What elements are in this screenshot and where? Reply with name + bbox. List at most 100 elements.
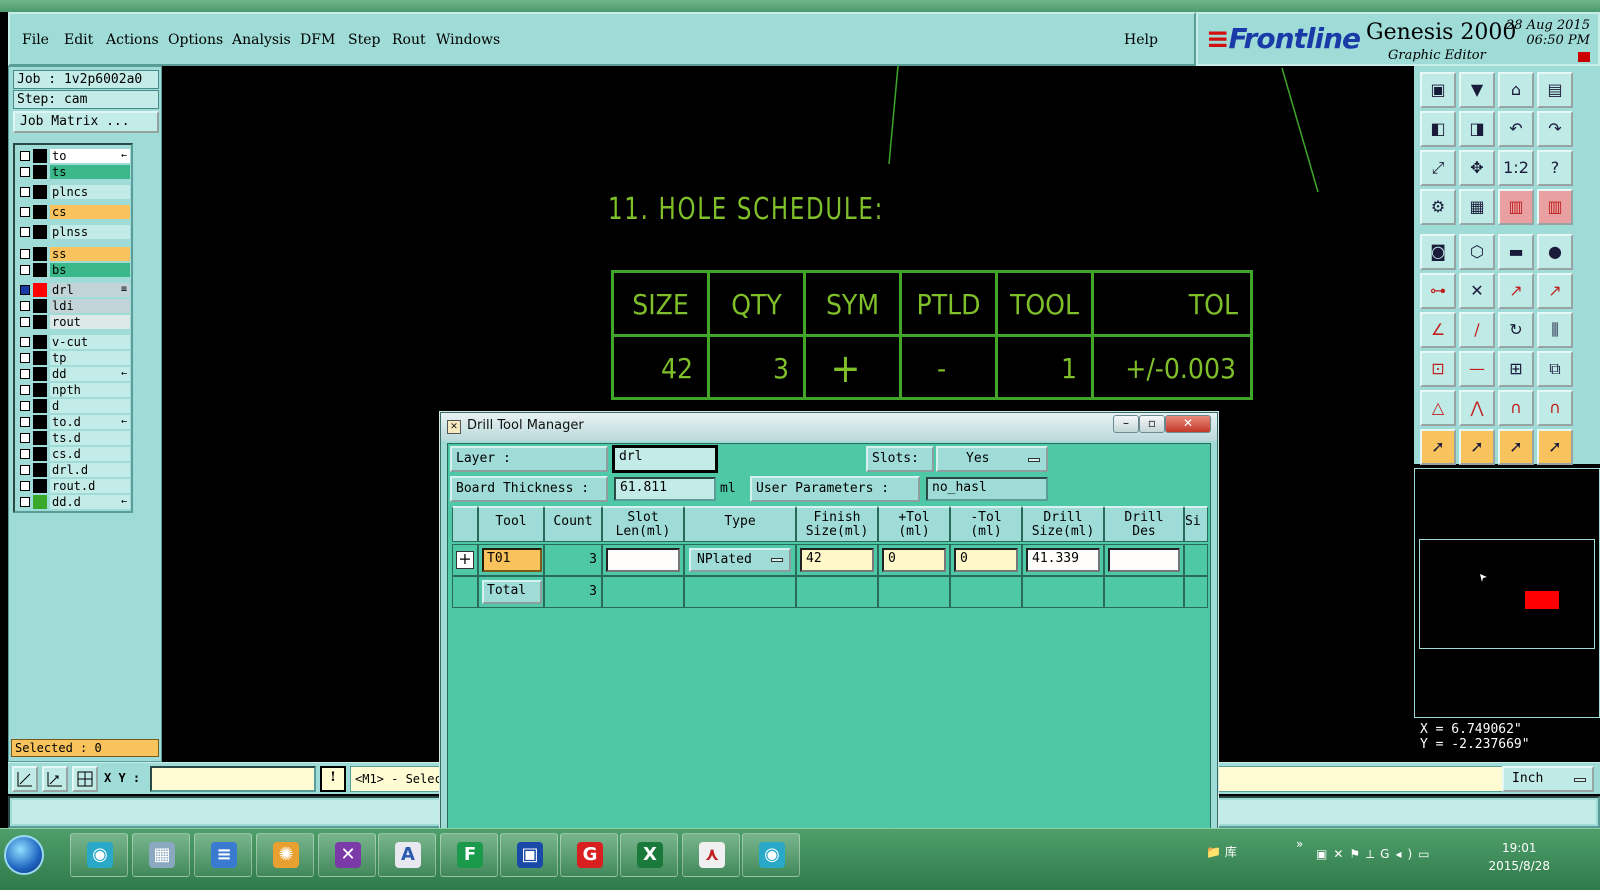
line-alt-icon[interactable]: ↗ bbox=[1537, 273, 1573, 309]
board-thickness-input[interactable]: 61.811 bbox=[614, 477, 716, 501]
layers-icon[interactable]: ▥ bbox=[1498, 189, 1534, 225]
menu-help[interactable]: Help bbox=[1124, 32, 1158, 48]
dash-icon[interactable]: — bbox=[1459, 351, 1495, 387]
layer-checkbox[interactable] bbox=[20, 465, 30, 475]
taskbar-app-f[interactable]: F bbox=[440, 833, 498, 877]
layer-row[interactable]: drl.d bbox=[17, 463, 131, 477]
grid-icon[interactable] bbox=[72, 766, 98, 792]
layer-checkbox[interactable] bbox=[20, 167, 30, 177]
zoom-in-icon[interactable]: ▣ bbox=[1420, 72, 1456, 108]
layer-row[interactable]: npth bbox=[17, 383, 131, 397]
menu-edit[interactable]: Edit bbox=[64, 32, 93, 48]
pan-right-icon[interactable]: ◨ bbox=[1459, 111, 1495, 147]
taskbar-app-notepad[interactable]: ≡ bbox=[194, 833, 252, 877]
layer-row[interactable]: rout.d bbox=[17, 479, 131, 493]
folder-toolbar[interactable]: 📁 库 bbox=[1206, 843, 1237, 860]
minimize-button[interactable]: – bbox=[1113, 415, 1139, 433]
pad-icon[interactable]: ⊡ bbox=[1420, 351, 1456, 387]
drill-des-input[interactable] bbox=[1108, 548, 1180, 572]
connect-icon[interactable]: ⊶ bbox=[1420, 273, 1456, 309]
job-matrix-button[interactable]: Job Matrix ... bbox=[13, 111, 159, 133]
arch-icon[interactable]: ∩ bbox=[1498, 390, 1534, 426]
snap-icon[interactable] bbox=[12, 766, 38, 792]
fit-icon[interactable]: ⤢ bbox=[1420, 150, 1456, 186]
taskbar-app-viewer[interactable]: A bbox=[378, 833, 436, 877]
mirror-icon[interactable]: ⫼ bbox=[1537, 312, 1573, 348]
polygon-icon[interactable]: ⬡ bbox=[1459, 234, 1495, 270]
triangle-icon[interactable]: △ bbox=[1420, 390, 1456, 426]
slots-select[interactable]: Yes bbox=[936, 446, 1048, 472]
slot-len-input[interactable] bbox=[606, 548, 680, 572]
layer-checkbox[interactable] bbox=[20, 417, 30, 427]
dot-icon[interactable]: ● bbox=[1537, 234, 1573, 270]
layer-checkbox[interactable] bbox=[20, 227, 30, 237]
taskbar-app-pdf[interactable]: ⋏ bbox=[682, 833, 740, 877]
zoom-out-icon[interactable]: ▼ bbox=[1459, 72, 1495, 108]
pointer-icon[interactable]: ➚ bbox=[1420, 429, 1456, 465]
copy-icon[interactable]: ⧉ bbox=[1537, 351, 1573, 387]
plus-tol-input[interactable]: 0 bbox=[882, 548, 946, 572]
layer-checkbox[interactable] bbox=[20, 481, 30, 491]
units-select[interactable]: Inch bbox=[1502, 766, 1594, 792]
taskbar-app-save[interactable]: ▣ bbox=[500, 833, 558, 877]
layer-checkbox[interactable] bbox=[20, 285, 30, 295]
ruler-icon[interactable]: ▬ bbox=[1498, 234, 1534, 270]
layer-row[interactable]: plncs bbox=[17, 185, 131, 199]
menu-actions[interactable]: Actions bbox=[106, 32, 159, 48]
center-icon[interactable]: ✥ bbox=[1459, 150, 1495, 186]
xy-input[interactable] bbox=[150, 766, 316, 792]
tray-icons[interactable]: ▣✕⚑⟂G◂)▭ bbox=[1316, 847, 1436, 862]
layer-row[interactable]: drl ≡ bbox=[17, 283, 131, 297]
layer-row[interactable]: plnss bbox=[17, 225, 131, 239]
layer-field[interactable]: drl bbox=[612, 445, 718, 473]
taskbar-app-genesis[interactable]: ◉ bbox=[70, 833, 128, 877]
undo-icon[interactable]: ↶ bbox=[1498, 111, 1534, 147]
layer-row[interactable]: rout bbox=[17, 315, 131, 329]
slash-icon[interactable]: / bbox=[1459, 312, 1495, 348]
triangle-alt-icon[interactable]: ⋀ bbox=[1459, 390, 1495, 426]
layer-row[interactable]: to.d ← bbox=[17, 415, 131, 429]
layer-row[interactable]: ts.d bbox=[17, 431, 131, 445]
pointer-red-icon[interactable]: ➚ bbox=[1498, 429, 1534, 465]
menu-analysis[interactable]: Analysis bbox=[232, 32, 291, 48]
chart-icon[interactable]: ▤ bbox=[1537, 72, 1573, 108]
total-button[interactable]: Total bbox=[482, 580, 542, 604]
rotate-icon[interactable]: ↻ bbox=[1498, 312, 1534, 348]
line-icon[interactable]: ↗ bbox=[1498, 273, 1534, 309]
menu-windows[interactable]: Windows bbox=[436, 32, 500, 48]
alert-button[interactable]: ! bbox=[320, 766, 346, 792]
taskbar-app-genesis2[interactable]: ◉ bbox=[742, 833, 800, 877]
layer-checkbox[interactable] bbox=[20, 449, 30, 459]
layer-checkbox[interactable] bbox=[20, 337, 30, 347]
taskbar-app-calculator[interactable]: ▦ bbox=[132, 833, 190, 877]
menu-options[interactable]: Options bbox=[168, 32, 223, 48]
menu-dfm[interactable]: DFM bbox=[300, 32, 335, 48]
close-button[interactable]: ✕ bbox=[1165, 415, 1211, 433]
tray-expand-icon[interactable]: » bbox=[1296, 837, 1303, 851]
taskbar-app-g[interactable]: G bbox=[560, 833, 618, 877]
menu-step[interactable]: Step bbox=[348, 32, 380, 48]
clock[interactable]: 19:01 2015/8/28 bbox=[1488, 839, 1550, 875]
layer-row[interactable]: ss bbox=[17, 247, 131, 261]
overview-map[interactable] bbox=[1414, 468, 1600, 718]
layer-row[interactable]: dd ← bbox=[17, 367, 131, 381]
layer-row[interactable]: d bbox=[17, 399, 131, 413]
layer-row[interactable]: cs bbox=[17, 205, 131, 219]
layer-row[interactable]: v-cut bbox=[17, 335, 131, 349]
layer-checkbox[interactable] bbox=[20, 401, 30, 411]
layer-row[interactable]: cs.d bbox=[17, 447, 131, 461]
layer-row[interactable]: to ← bbox=[17, 149, 131, 163]
pan-left-icon[interactable]: ◧ bbox=[1420, 111, 1456, 147]
user-parameters-button[interactable]: User Parameters : bbox=[750, 476, 920, 502]
redo-icon[interactable]: ↷ bbox=[1537, 111, 1573, 147]
measure-icon[interactable] bbox=[42, 766, 68, 792]
net-icon[interactable]: ⊞ bbox=[1498, 351, 1534, 387]
layer-checkbox[interactable] bbox=[20, 249, 30, 259]
layer-checkbox[interactable] bbox=[20, 433, 30, 443]
layer-checkbox[interactable] bbox=[20, 265, 30, 275]
layer-row[interactable]: ts bbox=[17, 165, 131, 179]
taskbar-app-excel[interactable]: X bbox=[620, 833, 678, 877]
layer-checkbox[interactable] bbox=[20, 207, 30, 217]
start-button[interactable] bbox=[4, 835, 44, 875]
dialog-titlebar[interactable]: ✕ Drill Tool Manager – ▫ ✕ bbox=[441, 413, 1217, 441]
